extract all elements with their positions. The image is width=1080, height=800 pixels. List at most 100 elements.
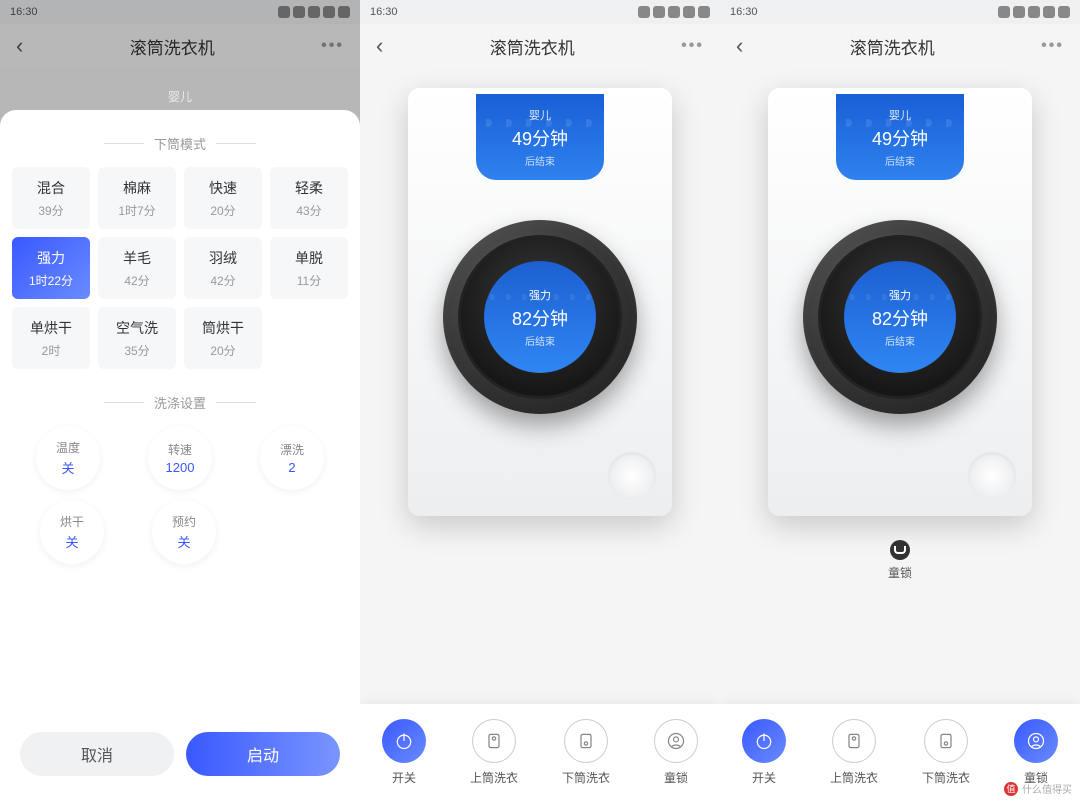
wash-value: 关 <box>61 458 74 477</box>
mode-time: 42分 <box>210 272 235 289</box>
page-title: 滚筒洗衣机 <box>490 34 575 59</box>
mode-name: 强力 <box>37 248 65 268</box>
top-drum-display[interactable]: 婴儿 49分钟 后结束 <box>476 94 604 180</box>
wash-heading: 洗涤设置 <box>12 393 348 412</box>
top-drum-mode: 婴儿 <box>889 107 911 123</box>
main-dial[interactable]: 强力 82分钟 后结束 <box>443 220 637 414</box>
nav-label: 童锁 <box>664 769 688 786</box>
mode-name: 快速 <box>209 178 237 198</box>
power-icon <box>382 719 426 763</box>
top-drum-mode: 婴儿 <box>529 107 551 123</box>
mode-time: 1时7分 <box>118 202 155 219</box>
mode-option[interactable]: 单脱11分 <box>270 237 348 299</box>
nav-item-top-drum[interactable]: 上筒洗衣 <box>830 719 878 786</box>
wash-value: 关 <box>177 532 190 551</box>
nav-item-power[interactable]: 开关 <box>742 719 786 786</box>
app-header: ‹ 滚筒洗衣机 ••• <box>0 24 360 68</box>
mode-option[interactable]: 轻柔43分 <box>270 167 348 229</box>
mode-option[interactable]: 强力 1时22分 <box>12 237 90 299</box>
wash-label: 温度 <box>56 439 80 456</box>
nav-item-lock[interactable]: 童锁 <box>654 719 698 786</box>
screen-child-lock: 16:30 ‹ 滚筒洗衣机 ••• 婴儿 49分钟 后结束 强力 82分钟 后结… <box>720 0 1080 800</box>
main-sub: 后结束 <box>885 333 915 348</box>
backdrop-mode: 婴儿 <box>0 88 360 105</box>
top-drum-sub: 后结束 <box>525 153 555 168</box>
more-icon[interactable]: ••• <box>1041 37 1064 55</box>
bottom-nav: 开关 上筒洗衣 下筒洗衣 童锁 <box>360 704 720 800</box>
back-icon[interactable]: ‹ <box>16 33 23 59</box>
bottom-drum-icon <box>564 719 608 763</box>
detergent-indicator <box>608 452 656 500</box>
nav-item-bottom-drum[interactable]: 下筒洗衣 <box>562 719 610 786</box>
page-title: 滚筒洗衣机 <box>850 34 935 59</box>
mode-option[interactable]: 羊毛42分 <box>98 237 176 299</box>
watermark: 值 什么值得买 <box>1004 781 1072 796</box>
top-drum-display[interactable]: 婴儿 49分钟 后结束 <box>836 94 964 180</box>
lock-icon <box>890 540 910 560</box>
mode-name: 单烘干 <box>30 318 72 338</box>
main-dial[interactable]: 强力 82分钟 后结束 <box>803 220 997 414</box>
app-header: ‹ 滚筒洗衣机 ••• <box>360 24 720 68</box>
mode-time: 20分 <box>210 342 235 359</box>
wash-label: 转速 <box>168 441 192 458</box>
mode-time: 1时22分 <box>29 272 73 289</box>
bottom-drum-icon <box>924 719 968 763</box>
mode-time: 39分 <box>38 202 63 219</box>
wash-value: 2 <box>288 460 295 475</box>
device-card: 婴儿 49分钟 后结束 强力 82分钟 后结束 <box>408 88 672 516</box>
start-button[interactable]: 启动 <box>186 732 340 776</box>
mode-name: 混合 <box>37 178 65 198</box>
main-sub: 后结束 <box>525 333 555 348</box>
mode-name: 羽绒 <box>209 248 237 268</box>
wash-label: 预约 <box>172 513 196 530</box>
mode-name: 轻柔 <box>295 178 323 198</box>
mode-option[interactable]: 棉麻1时7分 <box>98 167 176 229</box>
wash-settings-row: 温度关转速1200漂洗2 <box>12 426 348 490</box>
screen-mode-sheet: 16:30 ‹ 滚筒洗衣机 ••• 婴儿 下筒模式 混合39分棉麻1时7分快速2… <box>0 0 360 800</box>
mode-option[interactable]: 空气洗35分 <box>98 307 176 369</box>
wash-setting[interactable]: 转速1200 <box>148 426 212 490</box>
back-icon[interactable]: ‹ <box>376 33 383 59</box>
mode-option[interactable]: 筒烘干20分 <box>184 307 262 369</box>
wash-label: 烘干 <box>60 513 84 530</box>
mode-option[interactable]: 快速20分 <box>184 167 262 229</box>
wash-setting[interactable]: 烘干关 <box>40 500 104 564</box>
wash-setting[interactable]: 温度关 <box>36 426 100 490</box>
status-bar: 16:30 <box>0 0 360 24</box>
status-time: 16:30 <box>730 6 758 18</box>
device-card: 婴儿 49分钟 后结束 强力 82分钟 后结束 <box>768 88 1032 516</box>
cancel-button[interactable]: 取消 <box>20 732 174 776</box>
power-icon <box>742 719 786 763</box>
nav-label: 下筒洗衣 <box>922 769 970 786</box>
watermark-logo-icon: 值 <box>1004 782 1018 796</box>
nav-label: 开关 <box>392 769 416 786</box>
nav-item-lock[interactable]: 童锁 <box>1014 719 1058 786</box>
nav-label: 上筒洗衣 <box>470 769 518 786</box>
wash-label: 漂洗 <box>280 441 304 458</box>
modes-heading: 下筒模式 <box>12 134 348 153</box>
back-icon[interactable]: ‹ <box>736 33 743 59</box>
status-bar: 16:30 <box>360 0 720 24</box>
nav-label: 上筒洗衣 <box>830 769 878 786</box>
main-duration: 82分钟 <box>512 305 568 331</box>
lock-icon <box>1014 719 1058 763</box>
child-lock-indicator: 童锁 <box>720 540 1080 581</box>
nav-item-top-drum[interactable]: 上筒洗衣 <box>470 719 518 786</box>
mode-option[interactable]: 混合 39分 <box>12 167 90 229</box>
nav-item-power[interactable]: 开关 <box>382 719 426 786</box>
lock-icon <box>654 719 698 763</box>
wash-setting[interactable]: 漂洗 2 <box>260 426 324 490</box>
more-icon[interactable]: ••• <box>681 37 704 55</box>
nav-label: 下筒洗衣 <box>562 769 610 786</box>
mode-time: 42分 <box>124 272 149 289</box>
nav-item-bottom-drum[interactable]: 下筒洗衣 <box>922 719 970 786</box>
status-icons <box>638 6 710 18</box>
mode-name: 单脱 <box>295 248 323 268</box>
status-time: 16:30 <box>370 6 398 18</box>
mode-option[interactable]: 单烘干2时 <box>12 307 90 369</box>
wash-setting[interactable]: 预约关 <box>152 500 216 564</box>
mode-option[interactable]: 羽绒 42分 <box>184 237 262 299</box>
status-icons <box>278 6 350 18</box>
app-header: ‹ 滚筒洗衣机 ••• <box>720 24 1080 68</box>
more-icon[interactable]: ••• <box>321 37 344 55</box>
